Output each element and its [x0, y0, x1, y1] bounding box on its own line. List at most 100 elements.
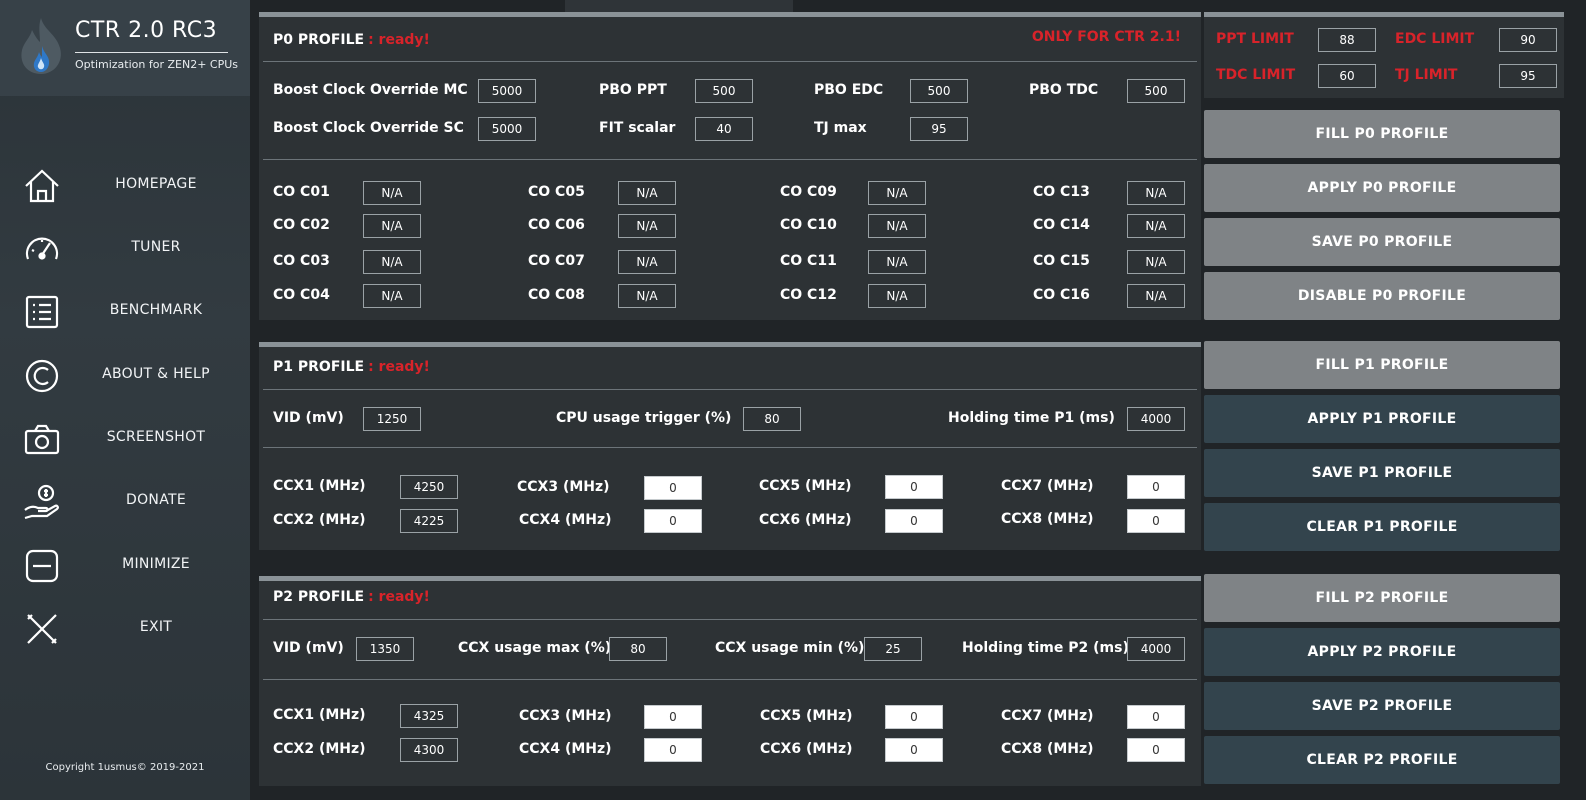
- co-c02-input[interactable]: N/A: [363, 214, 421, 238]
- p2-ccx5-label: CCX5 (MHz): [760, 708, 853, 724]
- clear-p2-button[interactable]: CLEAR P2 PROFILE: [1204, 736, 1560, 784]
- p1-ccx2-label: CCX2 (MHz): [273, 512, 366, 528]
- p1-ccx4-label: CCX4 (MHz): [519, 512, 612, 528]
- fit-scalar-label: FIT scalar: [599, 120, 676, 136]
- camera-icon: [24, 424, 60, 455]
- boost-mc-input[interactable]: 5000: [478, 79, 536, 103]
- tdc-limit-input[interactable]: 60: [1318, 64, 1376, 88]
- fill-p1-button[interactable]: FILL P1 PROFILE: [1204, 341, 1560, 389]
- p1-profile-panel: P1 PROFILE: ready! VID (mV) 1250 CPU usa…: [259, 342, 1201, 550]
- nav-benchmark[interactable]: BENCHMARK: [0, 284, 250, 340]
- apply-p0-button[interactable]: APPLY P0 PROFILE: [1204, 164, 1560, 212]
- p1-ccx7-input[interactable]: 0: [1127, 475, 1185, 499]
- co-c08-label: CO C08: [528, 287, 585, 303]
- nav-minimize[interactable]: MINIMIZE: [0, 538, 250, 594]
- save-p0-button[interactable]: SAVE P0 PROFILE: [1204, 218, 1560, 266]
- pbo-ppt-input[interactable]: 500: [695, 79, 753, 103]
- p1-vid-input[interactable]: 1250: [363, 407, 421, 431]
- p2-ccx4-input[interactable]: 0: [644, 738, 702, 762]
- p2-ccx3-input[interactable]: 0: [644, 705, 702, 729]
- co-c13-label: CO C13: [1033, 184, 1090, 200]
- p1-ccx2-input[interactable]: 4225: [400, 509, 458, 533]
- co-c13-input[interactable]: N/A: [1127, 181, 1185, 205]
- tj-limit-input[interactable]: 95: [1499, 64, 1557, 88]
- p0-divider-top: [263, 61, 1197, 62]
- save-p1-button[interactable]: SAVE P1 PROFILE: [1204, 449, 1560, 497]
- nav-screenshot[interactable]: SCREENSHOT: [0, 411, 250, 467]
- nav-donate[interactable]: DONATE: [0, 474, 250, 530]
- clear-p1-button[interactable]: CLEAR P1 PROFILE: [1204, 503, 1560, 551]
- save-p2-button[interactable]: SAVE P2 PROFILE: [1204, 682, 1560, 730]
- home-icon: [25, 169, 59, 203]
- co-c06-input[interactable]: N/A: [618, 214, 676, 238]
- p2-profile-panel: P2 PROFILE: ready! VID (mV) 1350 CCX usa…: [259, 576, 1201, 786]
- close-icon: [27, 614, 57, 644]
- pbo-tdc-input[interactable]: 500: [1127, 79, 1185, 103]
- p2-vid-label: VID (mV): [273, 640, 344, 656]
- co-c04-input[interactable]: N/A: [363, 284, 421, 308]
- copyright-text: Copyright 1usmus© 2019-2021: [45, 762, 205, 773]
- limits-panel: PPT LIMIT 88 EDC LIMIT 90 TDC LIMIT 60 T…: [1204, 12, 1564, 98]
- co-c10-input[interactable]: N/A: [868, 214, 926, 238]
- co-c03-input[interactable]: N/A: [363, 250, 421, 274]
- ccx-usage-max-input[interactable]: 80: [609, 637, 667, 661]
- co-c07-label: CO C07: [528, 253, 585, 269]
- nav-about-help[interactable]: ABOUT & HELP: [0, 348, 250, 404]
- p0-title: P0 PROFILE: ready!: [273, 32, 430, 48]
- ppt-limit-input[interactable]: 88: [1318, 28, 1376, 52]
- co-c16-input[interactable]: N/A: [1127, 284, 1185, 308]
- p1-holding-time-label: Holding time P1 (ms): [948, 410, 1115, 426]
- boost-sc-input[interactable]: 5000: [478, 117, 536, 141]
- co-c07-input[interactable]: N/A: [618, 250, 676, 274]
- p1-ccx5-input[interactable]: 0: [885, 475, 943, 499]
- cpu-usage-trigger-input[interactable]: 80: [743, 407, 801, 431]
- p1-ccx3-input[interactable]: 0: [644, 476, 702, 500]
- fit-scalar-input[interactable]: 40: [695, 117, 753, 141]
- pbo-edc-input[interactable]: 500: [910, 79, 968, 103]
- p2-ccx5-input[interactable]: 0: [885, 705, 943, 729]
- p1-ccx8-input[interactable]: 0: [1127, 509, 1185, 533]
- p1-ccx1-label: CCX1 (MHz): [273, 478, 366, 494]
- donate-hand-icon: [24, 484, 59, 520]
- co-c01-input[interactable]: N/A: [363, 181, 421, 205]
- p2-ccx8-label: CCX8 (MHz): [1001, 741, 1094, 757]
- p2-ccx6-input[interactable]: 0: [885, 738, 943, 762]
- edc-limit-input[interactable]: 90: [1499, 28, 1557, 52]
- tj-max-input[interactable]: 95: [910, 117, 968, 141]
- nav-exit[interactable]: EXIT: [0, 601, 250, 657]
- co-c05-input[interactable]: N/A: [618, 181, 676, 205]
- fill-p2-button[interactable]: FILL P2 PROFILE: [1204, 574, 1560, 622]
- co-c12-input[interactable]: N/A: [868, 284, 926, 308]
- fill-p0-button[interactable]: FILL P0 PROFILE: [1204, 110, 1560, 158]
- p2-holding-time-label: Holding time P2 (ms): [962, 640, 1129, 656]
- p1-ccx1-input[interactable]: 4250: [400, 475, 458, 499]
- ppt-limit-label: PPT LIMIT: [1216, 31, 1294, 47]
- nav-tuner[interactable]: TUNER: [0, 221, 250, 277]
- co-c09-input[interactable]: N/A: [868, 181, 926, 205]
- p1-ccx4-input[interactable]: 0: [644, 509, 702, 533]
- p2-vid-input[interactable]: 1350: [356, 637, 414, 661]
- copyright-icon: [25, 359, 59, 393]
- pbo-ppt-label: PBO PPT: [599, 82, 667, 98]
- title-underline: [75, 52, 228, 53]
- apply-p1-button[interactable]: APPLY P1 PROFILE: [1204, 395, 1560, 443]
- nav-about-help-label: ABOUT & HELP: [102, 366, 210, 382]
- co-c14-input[interactable]: N/A: [1127, 214, 1185, 238]
- nav-homepage-label: HOMEPAGE: [115, 176, 197, 192]
- tdc-limit-label: TDC LIMIT: [1216, 67, 1296, 83]
- p2-ccx8-input[interactable]: 0: [1127, 738, 1185, 762]
- co-c15-input[interactable]: N/A: [1127, 250, 1185, 274]
- apply-p2-button[interactable]: APPLY P2 PROFILE: [1204, 628, 1560, 676]
- co-c08-input[interactable]: N/A: [618, 284, 676, 308]
- p2-ccx2-input[interactable]: 4300: [400, 738, 458, 762]
- co-c11-input[interactable]: N/A: [868, 250, 926, 274]
- nav-homepage[interactable]: HOMEPAGE: [0, 158, 250, 214]
- p1-ccx6-input[interactable]: 0: [885, 509, 943, 533]
- boost-mc-label: Boost Clock Override MC: [273, 82, 468, 98]
- p2-holding-time-input[interactable]: 4000: [1127, 637, 1185, 661]
- ccx-usage-min-input[interactable]: 25: [864, 637, 922, 661]
- disable-p0-button[interactable]: DISABLE P0 PROFILE: [1204, 272, 1560, 320]
- p1-holding-time-input[interactable]: 4000: [1127, 407, 1185, 431]
- p2-ccx1-input[interactable]: 4325: [400, 704, 458, 728]
- p2-ccx7-input[interactable]: 0: [1127, 705, 1185, 729]
